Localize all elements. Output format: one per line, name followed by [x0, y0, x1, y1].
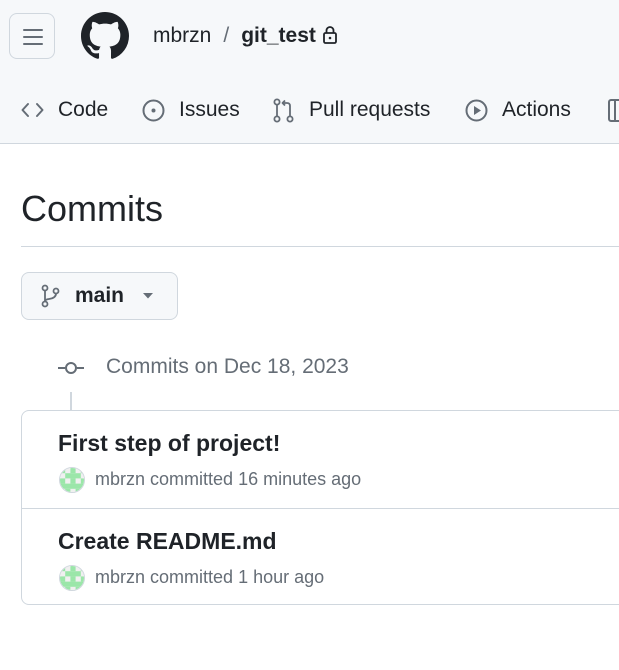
tab-projects-partial[interactable] [608, 93, 619, 127]
identicon-icon [60, 566, 84, 590]
commit-action: committed [150, 567, 234, 587]
lock-icon [322, 26, 337, 44]
pull-request-icon [273, 98, 294, 122]
menu-icon [23, 29, 43, 45]
avatar[interactable] [59, 565, 85, 591]
commit-group-heading: Commits on Dec 18, 2023 [106, 355, 349, 378]
tab-pull-requests[interactable]: Pull requests [272, 93, 430, 127]
commit-author-link[interactable]: mbrzn [95, 567, 145, 587]
tab-actions-label: Actions [502, 98, 571, 121]
repo-name-link[interactable]: git_test [241, 24, 316, 47]
commit-title-link[interactable]: Create README.md [58, 528, 277, 555]
repo-owner-link[interactable]: mbrzn [153, 24, 211, 47]
tab-issues-label: Issues [179, 98, 240, 121]
identicon-icon [60, 468, 84, 492]
branch-name: main [75, 284, 125, 307]
commit-action: committed [150, 469, 234, 489]
caret-down-icon [143, 293, 154, 299]
commit-meta: mbrzn committed 1 hour ago [95, 567, 324, 588]
tab-issues[interactable]: Issues [142, 93, 240, 127]
github-logo-icon[interactable] [81, 12, 129, 60]
commit-meta: mbrzn committed 16 minutes ago [95, 469, 361, 490]
table-icon [608, 98, 619, 122]
tab-code-label: Code [58, 98, 109, 121]
repo-breadcrumb: mbrzn / git_test [153, 24, 338, 48]
commit-title-link[interactable]: First step of project! [58, 430, 280, 457]
play-icon [465, 99, 488, 121]
breadcrumb-separator: / [223, 24, 230, 47]
commit-list: First step of project! mbrzn committed 1… [21, 410, 619, 605]
timeline-line [70, 392, 72, 410]
commit-row: Create README.md mbrzn committed 1 hour … [22, 508, 619, 606]
commit-time[interactable]: 1 hour ago [238, 567, 324, 587]
branch-selector-button[interactable]: main [21, 272, 178, 320]
tab-pull-requests-label: Pull requests [309, 98, 431, 121]
git-commit-icon [58, 362, 84, 374]
commit-row: First step of project! mbrzn committed 1… [22, 411, 619, 508]
code-icon [21, 103, 44, 117]
commit-author-link[interactable]: mbrzn [95, 469, 145, 489]
tab-actions[interactable]: Actions [465, 93, 571, 127]
title-divider [21, 246, 619, 247]
tab-code[interactable]: Code [21, 93, 108, 127]
repo-header: mbrzn / git_test Code Issues Pull reques… [0, 0, 619, 144]
avatar[interactable] [59, 467, 85, 493]
commit-time[interactable]: 16 minutes ago [238, 469, 361, 489]
page-title: Commits [21, 188, 163, 229]
menu-button[interactable] [9, 13, 55, 59]
git-branch-icon [41, 284, 60, 308]
issue-icon [142, 99, 165, 121]
